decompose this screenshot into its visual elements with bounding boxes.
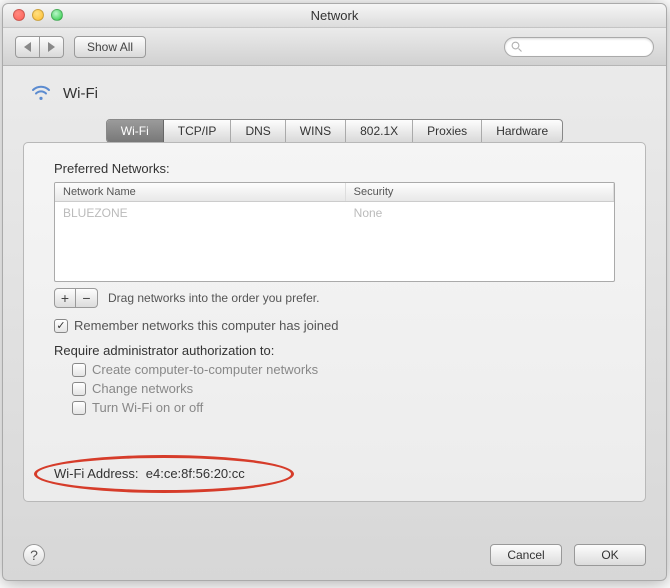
tab-dns[interactable]: DNS [231, 120, 285, 142]
remove-button[interactable]: − [76, 288, 98, 308]
remember-checkbox-row[interactable]: Remember networks this computer has join… [54, 318, 615, 333]
chevron-right-icon [48, 42, 55, 52]
wifi-address-row: Wi-Fi Address: e4:ce:8f:56:20:cc [54, 466, 245, 481]
wifi-panel: Preferred Networks: Network Name Securit… [23, 142, 646, 502]
tab-bar: Wi-Fi TCP/IP DNS WINS 802.1X Proxies Har… [106, 119, 563, 143]
toolbar: Show All [3, 28, 666, 66]
list-item[interactable]: BLUEZONE None [55, 202, 614, 224]
auth-change-label: Change networks [92, 381, 193, 396]
close-icon[interactable] [13, 9, 25, 21]
network-window: Network Show All Wi-Fi Wi-Fi TCP/IP DNS … [2, 3, 667, 581]
traffic-lights [13, 9, 63, 21]
cell-security: None [346, 202, 614, 224]
require-auth-label: Require administrator authorization to: [54, 343, 615, 358]
add-button[interactable]: + [54, 288, 76, 308]
preferred-networks-label: Preferred Networks: [54, 161, 615, 176]
tab-8021x[interactable]: 802.1X [346, 120, 413, 142]
auth-c2c-label: Create computer-to-computer networks [92, 362, 318, 377]
help-button[interactable]: ? [23, 544, 45, 566]
col-security: Security [346, 183, 614, 201]
footer: ? Cancel OK [3, 544, 666, 566]
titlebar: Network [3, 4, 666, 28]
content: Wi-Fi Wi-Fi TCP/IP DNS WINS 802.1X Proxi… [3, 66, 666, 502]
window-title: Network [3, 4, 666, 28]
wifi-icon [29, 80, 53, 107]
auth-c2c-checkbox[interactable]: Create computer-to-computer networks [72, 362, 615, 377]
checkbox-icon [54, 319, 68, 333]
tab-proxies[interactable]: Proxies [413, 120, 482, 142]
nav-segment [15, 36, 64, 58]
preferred-networks-list[interactable]: Network Name Security BLUEZONE None [54, 182, 615, 282]
auth-toggle-checkbox[interactable]: Turn Wi-Fi on or off [72, 400, 615, 415]
ok-button[interactable]: OK [574, 544, 646, 566]
wifi-address-value: e4:ce:8f:56:20:cc [146, 466, 245, 481]
add-remove-segment: + − [54, 288, 98, 308]
zoom-icon[interactable] [51, 9, 63, 21]
show-all-button[interactable]: Show All [74, 36, 146, 58]
search-input[interactable] [504, 37, 654, 57]
remember-label: Remember networks this computer has join… [74, 318, 338, 333]
forward-button[interactable] [40, 36, 64, 58]
cancel-button[interactable]: Cancel [490, 544, 562, 566]
auth-change-checkbox[interactable]: Change networks [72, 381, 615, 396]
wifi-address-label: Wi-Fi Address: [54, 466, 139, 481]
drag-hint: Drag networks into the order you prefer. [108, 288, 319, 308]
cell-network-name: BLUEZONE [55, 202, 346, 224]
col-network-name: Network Name [55, 183, 346, 201]
tab-tcpip[interactable]: TCP/IP [164, 120, 232, 142]
tab-wins[interactable]: WINS [286, 120, 346, 142]
checkbox-icon [72, 401, 86, 415]
interface-name: Wi-Fi [63, 85, 98, 102]
checkbox-icon [72, 363, 86, 377]
tab-hardware[interactable]: Hardware [482, 120, 562, 142]
chevron-left-icon [24, 42, 31, 52]
checkbox-icon [72, 382, 86, 396]
search-icon [511, 41, 523, 53]
auth-toggle-label: Turn Wi-Fi on or off [92, 400, 203, 415]
tab-wifi[interactable]: Wi-Fi [107, 120, 164, 142]
back-button[interactable] [15, 36, 40, 58]
minimize-icon[interactable] [32, 9, 44, 21]
list-header: Network Name Security [55, 183, 614, 202]
interface-header: Wi-Fi [29, 80, 646, 107]
